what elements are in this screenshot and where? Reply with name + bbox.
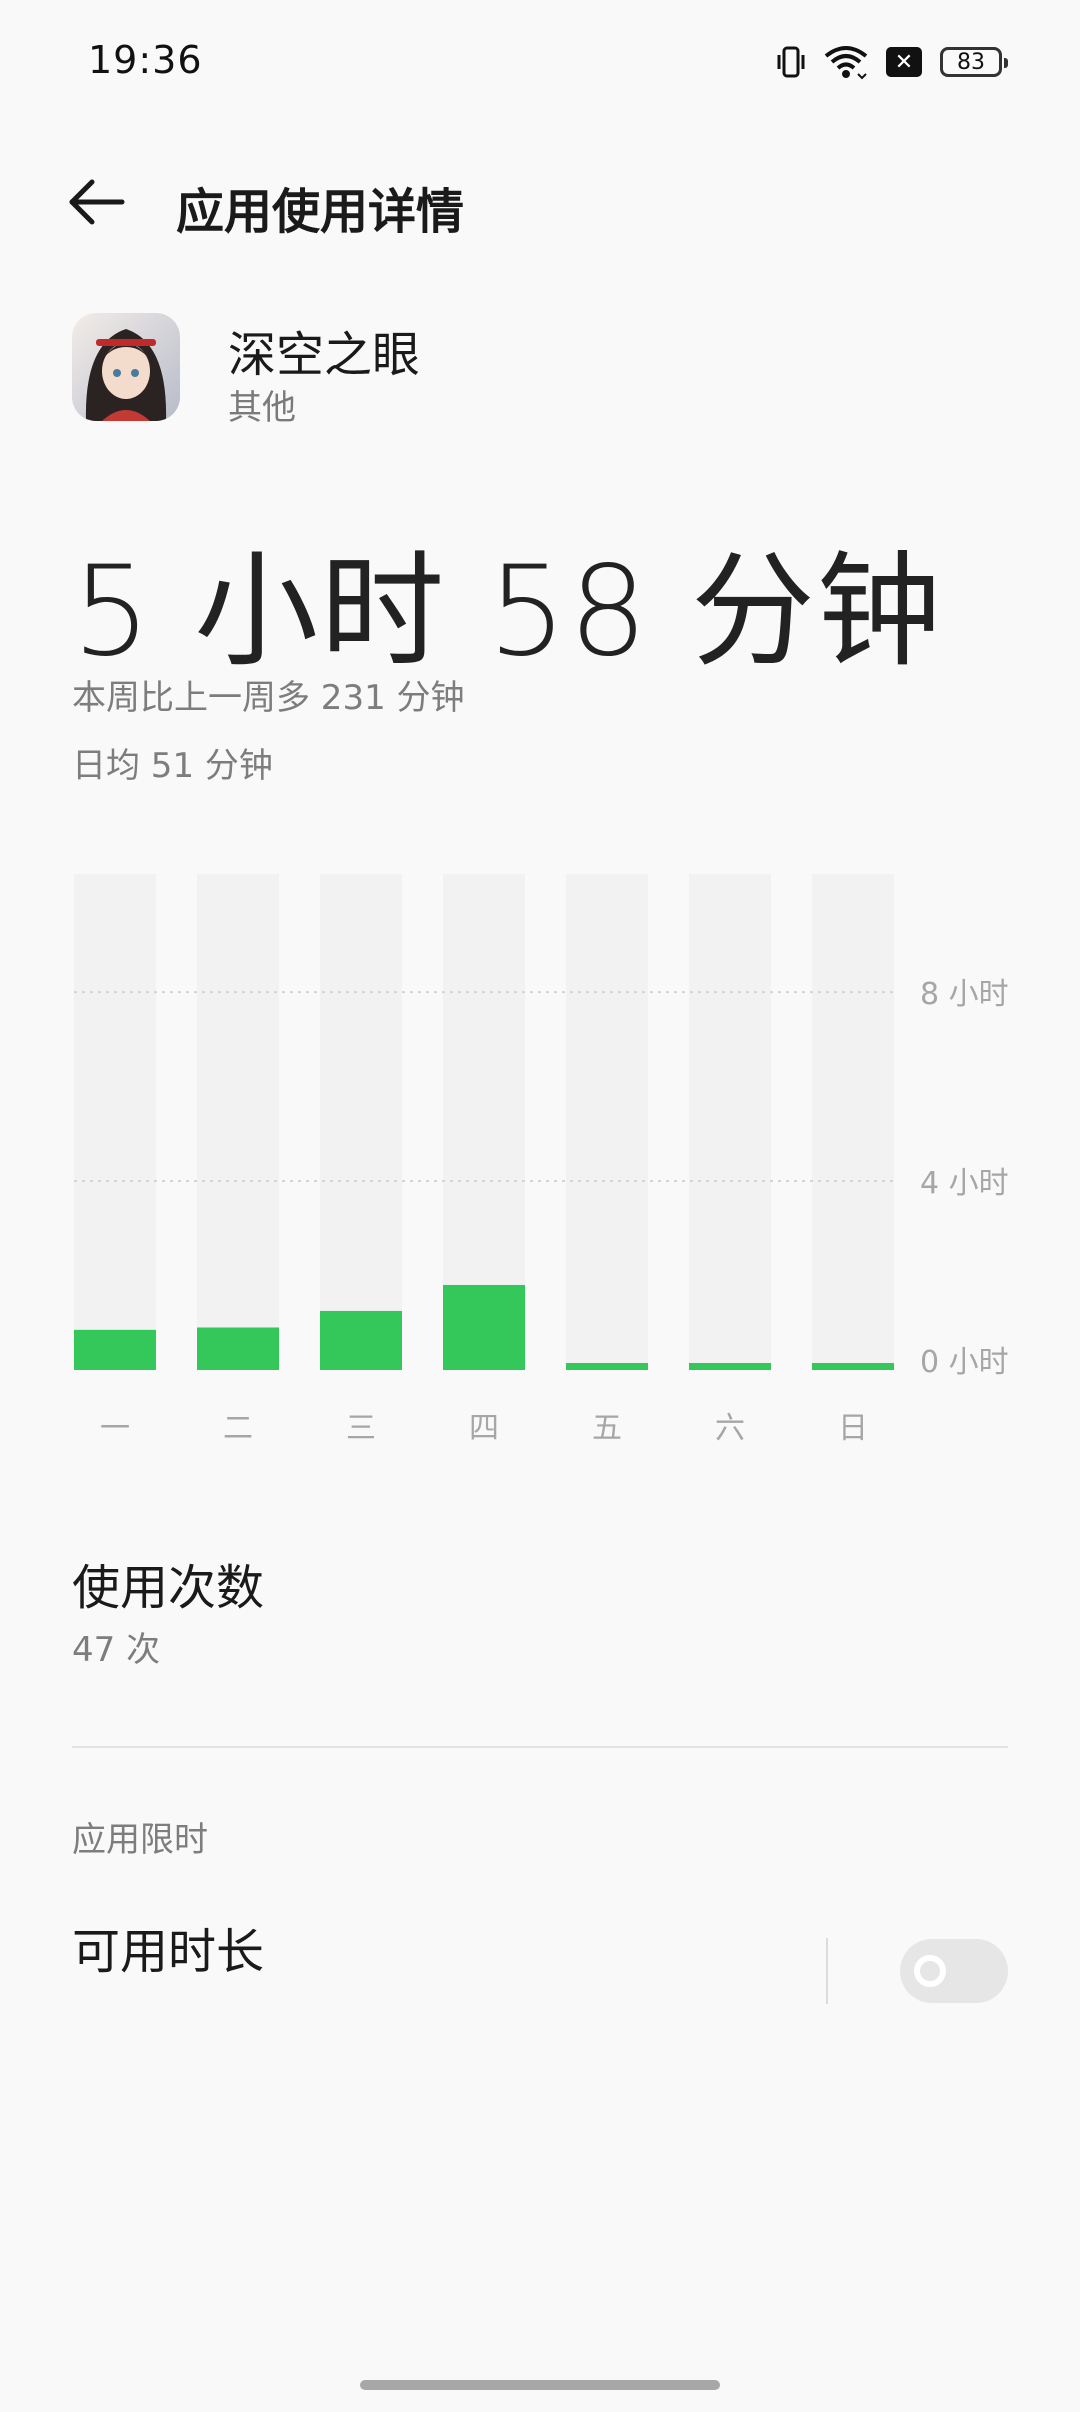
- no-sim-icon: ✕: [886, 47, 922, 77]
- wifi-icon: [824, 46, 868, 80]
- bar-三: [320, 1310, 402, 1370]
- bar-四: [443, 1284, 525, 1370]
- app-name: 深空之眼: [228, 327, 421, 383]
- bar-日: [812, 1363, 894, 1370]
- chart-svg: 0 小时 4 小时 8 小时一 二 三 四 五 六 日: [74, 874, 1009, 1446]
- status-icons: ✕ 83: [776, 40, 1008, 84]
- total-usage-time: 5 小时 58 分钟: [72, 540, 943, 684]
- app-category: 其他: [228, 388, 296, 428]
- bar-track: [320, 874, 402, 1370]
- battery-icon: 83: [940, 47, 1008, 77]
- toggle-knob: [914, 1955, 946, 1987]
- status-time: 19:36: [88, 38, 203, 82]
- bar-track: [197, 874, 279, 1370]
- bar-一: [74, 1329, 156, 1370]
- x-tick-label: 四: [469, 1411, 499, 1446]
- x-tick-label: 二: [223, 1411, 253, 1446]
- launch-count-value: 47 次: [72, 1630, 161, 1670]
- x-tick-label: 六: [715, 1411, 745, 1446]
- vibrate-icon: [777, 46, 805, 78]
- daily-average: 日均 51 分钟: [72, 746, 273, 786]
- vertical-separator: [826, 1938, 828, 2004]
- weekly-usage-chart: 0 小时 4 小时 8 小时一 二 三 四 五 六 日: [0, 860, 1080, 1460]
- bar-track: [566, 874, 648, 1370]
- back-arrow-icon[interactable]: [66, 170, 130, 234]
- bar-二: [197, 1327, 279, 1370]
- available-duration-label[interactable]: 可用时长: [72, 1912, 264, 1982]
- divider: [72, 1746, 1008, 1748]
- y-tick-label: 4 小时: [920, 1166, 1009, 1201]
- launch-count-title: 使用次数: [72, 1560, 265, 1616]
- x-tick-label: 三: [346, 1411, 376, 1446]
- app-icon: [72, 313, 180, 421]
- bar-track: [812, 874, 894, 1370]
- home-indicator[interactable]: [360, 2380, 720, 2390]
- app-limit-toggle[interactable]: [900, 1939, 1008, 2003]
- bar-track: [74, 874, 156, 1370]
- weekly-comparison: 本周比上一周多 231 分钟: [72, 678, 465, 718]
- x-tick-label: 一: [100, 1411, 130, 1446]
- bar-五: [566, 1363, 648, 1370]
- y-tick-label: 8 小时: [920, 977, 1009, 1012]
- x-tick-label: 日: [838, 1411, 868, 1446]
- page-title: 应用使用详情: [176, 184, 465, 240]
- x-tick-label: 五: [592, 1411, 622, 1446]
- app-limit-section-label: 应用限时: [72, 1820, 208, 1860]
- bar-track: [689, 874, 771, 1370]
- y-tick-label: 0 小时: [920, 1345, 1009, 1380]
- bar-六: [689, 1363, 771, 1370]
